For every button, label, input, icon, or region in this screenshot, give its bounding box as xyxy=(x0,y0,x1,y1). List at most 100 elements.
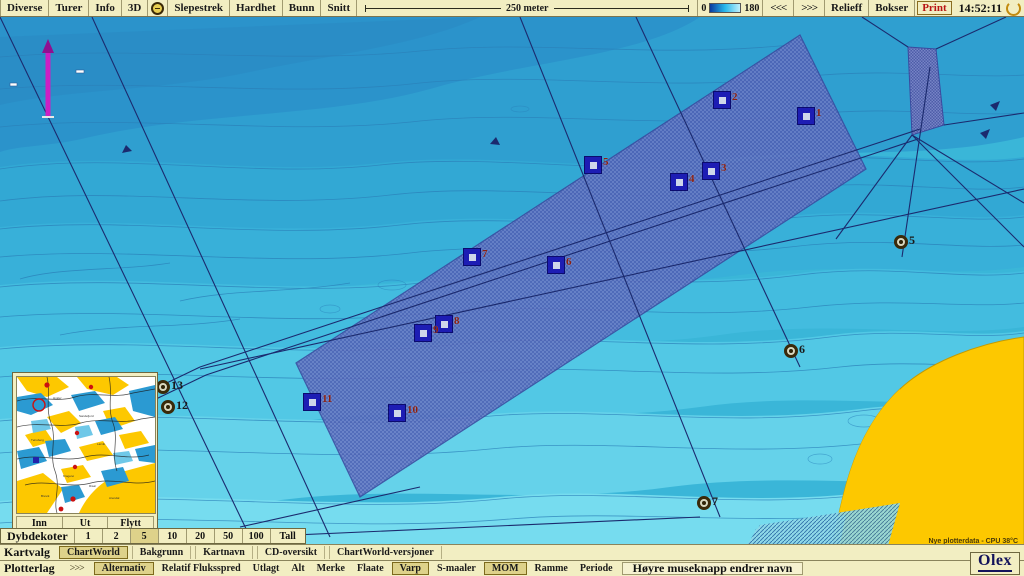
depth-contour-option-1[interactable]: 1 xyxy=(73,529,102,543)
plotterlag-item-merke[interactable]: Merke xyxy=(311,561,351,576)
station-marker[interactable]: 2 xyxy=(713,91,738,109)
svg-text:Tønsberg: Tønsberg xyxy=(31,438,44,442)
relieff-button[interactable]: Relieff xyxy=(825,0,870,16)
kartvalg-item-kartnavn[interactable]: Kartnavn xyxy=(195,546,253,559)
depth-range-control[interactable]: 0 180 xyxy=(697,0,764,16)
buoy-marker[interactable]: 5 xyxy=(894,233,915,249)
station-marker-label: 7 xyxy=(482,248,488,260)
buoy-marker-label: 7 xyxy=(712,494,718,508)
menu-bunn[interactable]: Bunn xyxy=(282,0,322,16)
svg-text:Sandefjord: Sandefjord xyxy=(79,414,94,418)
station-marker-square xyxy=(584,156,602,174)
olex-logo-text: Olex xyxy=(978,552,1012,569)
menu-3d[interactable]: 3D xyxy=(121,0,149,16)
depth-contour-option-50[interactable]: 50 xyxy=(213,529,242,543)
station-marker-square xyxy=(388,404,406,422)
nav-next-button[interactable]: >>> xyxy=(794,0,826,16)
station-marker-label: 10 xyxy=(407,404,418,416)
olex-application-window: Diverse Turer Info 3D Slepestrek Hardhet… xyxy=(0,0,1024,576)
station-marker[interactable]: 9 xyxy=(414,324,439,342)
compass-button[interactable] xyxy=(148,0,169,16)
station-marker-square xyxy=(414,324,432,342)
menu-3d-label: 3D xyxy=(127,1,142,14)
menu-turer[interactable]: Turer xyxy=(49,0,90,16)
depth-contour-option-2[interactable]: 2 xyxy=(101,529,130,543)
station-marker-center xyxy=(589,161,597,169)
buoy-marker-center xyxy=(899,240,903,244)
svg-text:Brevik: Brevik xyxy=(41,494,50,498)
menu-diverse[interactable]: Diverse xyxy=(0,0,50,16)
overview-minimap-panel[interactable]: Hvaler Sandefjord Tønsberg Larvik Krager… xyxy=(12,372,158,540)
plotterlag-toolbar: Plotterlag >>> Alternativ Relatif Flukss… xyxy=(0,560,1024,576)
plotterlag-item-relatif-fluksspred[interactable]: Relatif Fluksspred xyxy=(156,561,247,576)
plotterlag-scroll-arrows[interactable]: >>> xyxy=(62,561,92,576)
station-marker-center xyxy=(675,178,683,186)
buoy-marker-center xyxy=(702,501,706,505)
nav-prev-button[interactable]: <<< xyxy=(763,0,795,16)
depth-contour-option-100[interactable]: 100 xyxy=(241,529,270,543)
depth-contour-option-tall[interactable]: Tall xyxy=(269,529,305,543)
buoy-marker-center xyxy=(789,349,793,353)
depth-contour-option-20[interactable]: 20 xyxy=(185,529,214,543)
activity-spinner-icon xyxy=(1006,0,1021,16)
plotterlag-item-alternativ[interactable]: Alternativ xyxy=(93,562,154,575)
station-marker[interactable]: 1 xyxy=(797,107,822,125)
station-marker[interactable]: 4 xyxy=(670,173,695,191)
bokser-button[interactable]: Bokser xyxy=(869,0,916,16)
station-marker-square xyxy=(303,393,321,411)
plotterlag-item-utlagt[interactable]: Utlagt xyxy=(247,561,286,576)
kartvalg-item-chartworld-versjoner[interactable]: ChartWorld-versjoner xyxy=(329,546,442,559)
station-marker[interactable]: 5 xyxy=(584,156,609,174)
depth-contour-title: Dybdekoter xyxy=(1,529,74,543)
plotterlag-item-flaate[interactable]: Flaate xyxy=(351,561,390,576)
station-marker-label: 9 xyxy=(433,324,439,336)
buoy-marker[interactable]: 13 xyxy=(156,378,183,394)
menu-snitt[interactable]: Snitt xyxy=(321,0,358,16)
station-marker[interactable]: 3 xyxy=(702,162,727,180)
buoy-marker-center xyxy=(166,405,170,409)
print-button[interactable]: Print xyxy=(917,1,952,15)
depth-gradient-swatch[interactable] xyxy=(709,3,742,13)
menu-slepestrek[interactable]: Slepestrek xyxy=(168,0,231,16)
station-marker-center xyxy=(718,96,726,104)
buoy-marker[interactable]: 7 xyxy=(697,494,718,510)
menu-hardhet[interactable]: Hardhet xyxy=(230,0,283,16)
station-marker[interactable]: 6 xyxy=(547,256,572,274)
station-marker[interactable]: 10 xyxy=(388,404,418,422)
plotterlag-item-ramme[interactable]: Ramme xyxy=(529,561,574,576)
station-marker[interactable]: 7 xyxy=(463,248,488,266)
buoy-marker[interactable]: 6 xyxy=(784,342,805,358)
plotterlag-item-varp[interactable]: Varp xyxy=(391,562,429,575)
buoy-marker[interactable]: 12 xyxy=(161,398,188,414)
station-marker[interactable]: 11 xyxy=(303,393,332,411)
menu-info[interactable]: Info xyxy=(89,0,122,16)
svg-text:Hvaler: Hvaler xyxy=(53,396,62,400)
overview-minimap[interactable]: Hvaler Sandefjord Tønsberg Larvik Krager… xyxy=(16,376,156,514)
buoy-marker-label: 6 xyxy=(799,342,805,356)
kartvalg-item-cd-oversikt[interactable]: CD-oversikt xyxy=(256,546,326,559)
station-marker-label: 4 xyxy=(689,173,695,185)
olex-logo: Olex xyxy=(970,552,1020,575)
kartvalg-item-bakgrunn[interactable]: Bakgrunn xyxy=(131,546,192,559)
station-marker-label: 8 xyxy=(454,315,460,327)
plotterlag-item-periode[interactable]: Periode xyxy=(574,561,619,576)
plotterlag-item-s-maaler[interactable]: S-maaler xyxy=(431,561,482,576)
menu-info-label: Info xyxy=(95,1,115,14)
top-toolbar: Diverse Turer Info 3D Slepestrek Hardhet… xyxy=(0,0,1024,17)
relieff-label: Relieff xyxy=(831,1,863,14)
bokser-label: Bokser xyxy=(875,1,909,14)
station-marker-label: 1 xyxy=(816,107,822,119)
buoy-marker-ring xyxy=(156,380,170,394)
svg-text:Risør: Risør xyxy=(89,484,96,488)
menu-snitt-label: Snitt xyxy=(327,1,351,14)
station-marker-center xyxy=(393,409,401,417)
plotterlag-item-alt[interactable]: Alt xyxy=(285,561,310,576)
depth-contour-option-10[interactable]: 10 xyxy=(157,529,186,543)
buoy-marker-label: 5 xyxy=(909,233,915,247)
depth-contour-option-5[interactable]: 5 xyxy=(129,529,158,543)
kartvalg-item-chartworld[interactable]: ChartWorld xyxy=(59,546,128,559)
nav-next-label: >>> xyxy=(801,2,818,14)
svg-text:Kragerø: Kragerø xyxy=(63,474,74,478)
plotterlag-item-mom[interactable]: MOM xyxy=(483,562,527,575)
nav-prev-label: <<< xyxy=(770,2,787,14)
